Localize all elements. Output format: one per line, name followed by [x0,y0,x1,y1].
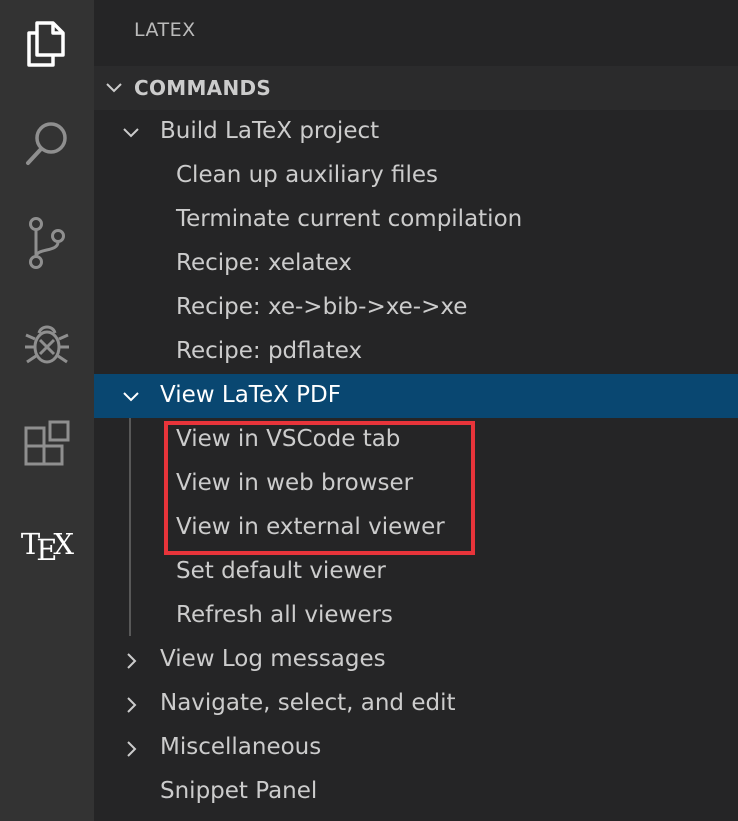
tree-item-label: View Log messages [160,646,386,672]
tree-item-label: Set default viewer [176,558,386,584]
sidebar-title: LATEX [134,19,196,41]
tree-item-terminate[interactable]: Terminate current compilation [94,198,738,242]
activity-bar: TEX [0,0,94,821]
tree-item-set-default-viewer[interactable]: Set default viewer [94,550,738,594]
chevron-right-icon [127,697,137,713]
tree-item-label: Recipe: xelatex [176,250,352,276]
chevron-down-icon [106,83,122,93]
tree-item-label: Navigate, select, and edit [160,690,456,716]
highlight-box [164,421,475,555]
tree-item-label: Refresh all viewers [176,602,393,628]
tree-item-recipe-xelatex[interactable]: Recipe: xelatex [94,242,738,286]
tree-item-label: Terminate current compilation [176,206,523,232]
search-icon[interactable] [0,99,94,187]
tree-item-navigate-select-edit[interactable]: Navigate, select, and edit [94,682,738,726]
tree-item-snippet-panel[interactable]: Snippet Panel [94,770,738,814]
tree-item-label: Clean up auxiliary files [176,162,439,188]
tree-item-recipe-xe-bib[interactable]: Recipe: xe->bib->xe->xe [94,286,738,330]
tex-icon[interactable]: TEX [0,500,94,588]
sidebar: LATEX COMMANDS Build LaTeX project Clean… [94,0,738,821]
files-icon[interactable] [0,0,94,88]
source-control-icon[interactable] [0,199,94,287]
tree-item-refresh-all-viewers[interactable]: Refresh all viewers [94,594,738,638]
tree-item-build-latex-project[interactable]: Build LaTeX project [94,110,738,154]
extensions-icon[interactable] [0,401,94,489]
commands-section-header[interactable]: COMMANDS [94,66,738,110]
debug-icon[interactable] [0,300,94,388]
chevron-right-icon [127,653,137,669]
tree-item-label: Snippet Panel [160,778,318,804]
chevron-down-icon [123,128,139,138]
tree-item-miscellaneous[interactable]: Miscellaneous [94,726,738,770]
tree-item-recipe-pdflatex[interactable]: Recipe: pdflatex [94,330,738,374]
tree-item-view-latex-pdf[interactable]: View LaTeX PDF [94,374,738,418]
tree-item-clean-up[interactable]: Clean up auxiliary files [94,154,738,198]
tree-item-label: View LaTeX PDF [160,382,341,408]
tree-item-label: Build LaTeX project [160,118,380,144]
tree-item-view-log-messages[interactable]: View Log messages [94,638,738,682]
section-title: COMMANDS [134,76,272,100]
tree-item-label: Recipe: pdflatex [176,338,363,364]
tree-item-label: Recipe: xe->bib->xe->xe [176,294,468,320]
chevron-down-icon [123,392,139,402]
tree-item-label: Miscellaneous [160,734,322,760]
chevron-right-icon [127,741,137,757]
